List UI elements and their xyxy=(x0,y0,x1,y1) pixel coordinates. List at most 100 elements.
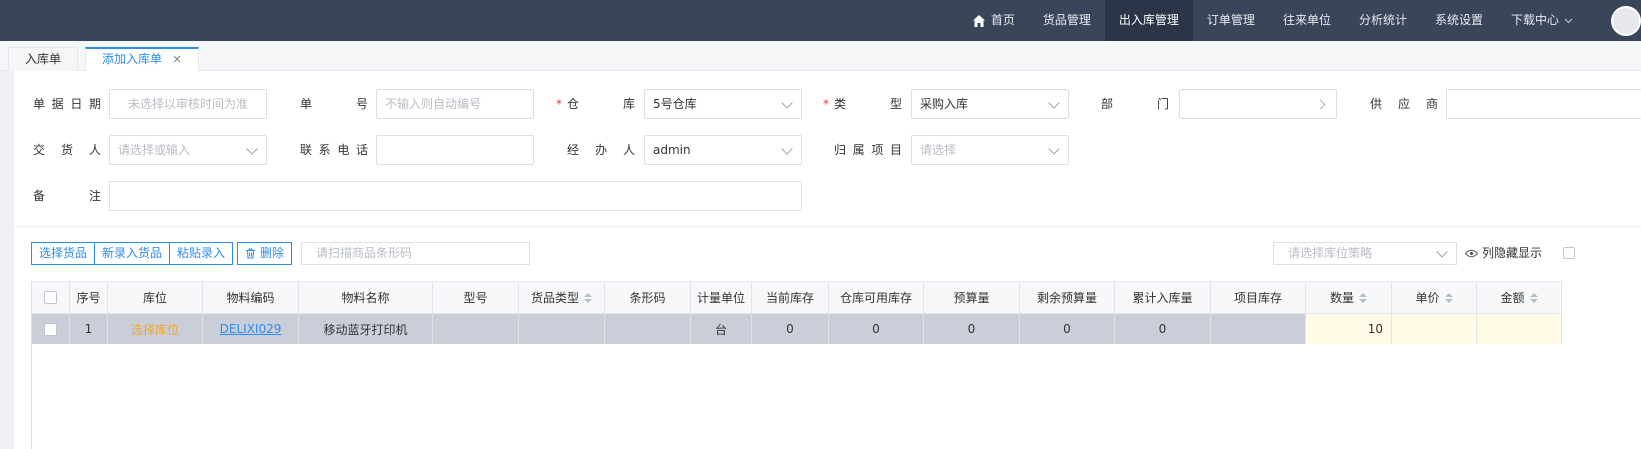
docno-label: 单号 xyxy=(300,97,368,111)
header-quantity-label: 数量 xyxy=(1329,291,1354,305)
header-select-all[interactable] xyxy=(32,282,70,313)
eye-icon xyxy=(1465,249,1478,258)
strategy-placeholder: 请选择库位策略 xyxy=(1288,246,1373,260)
nav-home[interactable]: 首页 xyxy=(958,0,1029,41)
project-select[interactable]: 请选择 xyxy=(911,135,1069,165)
remark-field[interactable] xyxy=(109,181,802,211)
header-available-stock: 仓库可用库存 xyxy=(829,282,924,313)
dept-picker[interactable] xyxy=(1179,89,1337,119)
tab-add-inbound[interactable]: 添加入库单 × xyxy=(85,47,200,71)
deliverer-label: 交货人 xyxy=(33,143,101,157)
close-icon[interactable]: × xyxy=(172,52,182,66)
cell-goods-type xyxy=(519,314,605,344)
handler-value: admin xyxy=(653,143,691,157)
cell-amount-input[interactable] xyxy=(1477,314,1562,344)
header-cumulative-in: 累计入库量 xyxy=(1115,282,1211,313)
location-strategy-select[interactable]: 请选择库位策略 xyxy=(1273,242,1457,265)
header-current-stock: 当前库存 xyxy=(752,282,829,313)
select-goods-button[interactable]: 选择货品 xyxy=(31,242,96,265)
nav-download-label: 下载中心 xyxy=(1510,13,1559,27)
handler-label: 经办人 xyxy=(567,143,635,157)
cell-code: DELIXI029 xyxy=(203,314,299,344)
avatar[interactable] xyxy=(1611,6,1641,36)
nav-goods-management[interactable]: 货品管理 xyxy=(1029,0,1105,41)
header-code: 物料编码 xyxy=(203,282,299,313)
cell-quantity-input[interactable]: 10 xyxy=(1306,314,1392,344)
header-budget: 预算量 xyxy=(924,282,1020,313)
nav-order-management[interactable]: 订单管理 xyxy=(1193,0,1269,41)
nav-download-center[interactable]: 下载中心 xyxy=(1497,0,1587,41)
nav-partners[interactable]: 往来单位 xyxy=(1269,0,1345,41)
phone-label: 联系电话 xyxy=(300,143,368,157)
header-quantity[interactable]: 数量 xyxy=(1306,282,1392,313)
delete-label: 删除 xyxy=(260,246,285,260)
header-barcode: 条形码 xyxy=(605,282,691,313)
warehouse-value: 5号仓库 xyxy=(653,97,697,111)
tab-inbound-list[interactable]: 入库单 xyxy=(8,47,79,71)
chevron-down-icon xyxy=(781,143,793,155)
header-goods-type-label: 货品类型 xyxy=(530,291,579,305)
table-row[interactable]: 1 选择库位 DELIXI029 移动蓝牙打印机 台 0 0 0 0 0 10 xyxy=(32,314,1562,344)
handler-select[interactable]: admin xyxy=(644,135,802,165)
delete-button[interactable]: 删除 xyxy=(237,242,293,265)
select-all-checkbox[interactable] xyxy=(44,291,57,304)
required-mark-type: * xyxy=(823,97,829,111)
cell-cumulative-in: 0 xyxy=(1115,314,1211,344)
cell-available-stock: 0 xyxy=(829,314,924,344)
goods-entry-buttons: 选择货品 新录入货品 粘贴录入 xyxy=(31,242,234,265)
type-label: 类型 xyxy=(834,97,902,111)
cell-location-link[interactable]: 选择库位 xyxy=(108,314,203,344)
deliverer-select[interactable]: 请选择或输入 xyxy=(109,135,267,165)
sort-icon[interactable] xyxy=(1529,292,1538,303)
chevron-down-icon xyxy=(1564,18,1573,23)
header-index: 序号 xyxy=(70,282,108,313)
sort-icon[interactable] xyxy=(1444,292,1453,303)
cell-index: 1 xyxy=(70,314,108,344)
header-remaining-budget: 剩余预算量 xyxy=(1020,282,1115,313)
warehouse-select[interactable]: 5号仓库 xyxy=(644,89,802,119)
nav-analytics[interactable]: 分析统计 xyxy=(1345,0,1421,41)
chevron-down-icon xyxy=(781,97,793,109)
header-goods-type[interactable]: 货品类型 xyxy=(519,282,605,313)
date-label: 单据日期 xyxy=(33,97,101,111)
cell-unit-price-input[interactable] xyxy=(1392,314,1477,344)
project-placeholder: 请选择 xyxy=(920,143,957,157)
tab-add-inbound-label: 添加入库单 xyxy=(102,52,163,66)
column-toggle-button[interactable]: 列隐藏显示 xyxy=(1465,242,1542,265)
left-strip xyxy=(0,71,14,449)
sort-icon[interactable] xyxy=(1359,292,1367,303)
sort-icon[interactable] xyxy=(584,292,592,303)
trash-icon xyxy=(246,248,255,259)
cell-name: 移动蓝牙打印机 xyxy=(299,314,433,344)
cell-unit: 台 xyxy=(691,314,752,344)
required-mark-warehouse: * xyxy=(556,97,562,111)
nav-inout-management[interactable]: 出入库管理 xyxy=(1104,0,1193,41)
remark-label: 备注 xyxy=(33,189,101,203)
header-unit-price-label: 单价 xyxy=(1415,291,1440,305)
column-toggle-label: 列隐藏显示 xyxy=(1482,246,1543,260)
cell-barcode xyxy=(605,314,691,344)
date-field[interactable]: 未选择以审核时间为准 xyxy=(109,89,267,119)
supplier-field[interactable] xyxy=(1446,89,1641,119)
page-tabbar: 入库单 添加入库单 × xyxy=(0,41,1641,71)
chevron-down-icon xyxy=(246,143,258,155)
material-code-link[interactable]: DELIXI029 xyxy=(220,322,282,336)
extra-checkbox[interactable] xyxy=(1563,247,1575,259)
inbound-form-panel: 单据日期 未选择以审核时间为准 单号 不输入则自动编号 * 仓库 5号仓库 * … xyxy=(14,71,1641,449)
cell-current-stock: 0 xyxy=(752,314,829,344)
row-checkbox[interactable] xyxy=(44,322,57,336)
row-select[interactable] xyxy=(32,314,70,344)
barcode-scan-input[interactable]: 请扫描商品条形码 xyxy=(301,242,530,265)
header-amount[interactable]: 金额 xyxy=(1477,282,1562,313)
phone-field[interactable] xyxy=(376,135,534,165)
cell-budget: 0 xyxy=(924,314,1020,344)
nav-system-settings[interactable]: 系统设置 xyxy=(1421,0,1497,41)
header-project-stock: 项目库存 xyxy=(1211,282,1306,313)
nav-home-label: 首页 xyxy=(990,13,1015,27)
header-unit-price[interactable]: 单价 xyxy=(1392,282,1477,313)
paste-entry-button[interactable]: 粘贴录入 xyxy=(170,242,234,265)
new-goods-button[interactable]: 新录入货品 xyxy=(95,242,171,265)
goods-table: 序号 库位 物料编码 物料名称 型号 货品类型 条形码 计量单位 当前库存 仓库… xyxy=(31,281,1641,449)
type-select[interactable]: 采购入库 xyxy=(911,89,1069,119)
docno-field[interactable]: 不输入则自动编号 xyxy=(376,89,534,119)
